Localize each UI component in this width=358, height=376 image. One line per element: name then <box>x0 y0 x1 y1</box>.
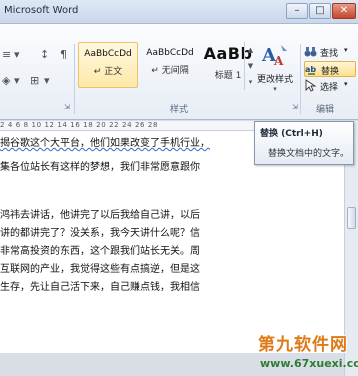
document-line[interactable]: 互联网的产业，我觉得这些有点搞逆，但是这 <box>0 260 200 275</box>
document-line[interactable]: 揭谷歌这个大平台，他们如果改变了手机行业， <box>0 134 210 149</box>
style-preview: AaBbCcDd <box>84 49 132 59</box>
styles-gallery: AaBbCcDd ↵ 正文 AaBbCcDd ↵ 无间隔 AaBb 标题 1 <box>78 42 266 90</box>
maximize-button[interactable]: □ <box>309 3 331 19</box>
paragraph-dialog-launcher-icon[interactable]: ⇲ <box>64 103 70 111</box>
replace-label: 替换 <box>321 67 340 77</box>
minimize-button[interactable]: – <box>286 3 308 19</box>
select-label: 选择 <box>320 83 339 93</box>
borders-icon[interactable]: ⊞ <box>30 74 39 87</box>
style-name: ↵ 无间隔 <box>151 66 189 76</box>
styles-dialog-launcher-icon[interactable]: ⇲ <box>292 103 298 111</box>
document-line[interactable]: 讲的都讲完了？没关系，我今天讲什么呢？信 <box>0 224 200 239</box>
dropdown-arrow-icon: ▾ <box>273 85 277 93</box>
dropdown-arrow-icon: ▾ <box>344 46 348 54</box>
svg-text:A: A <box>273 54 284 68</box>
ribbon: ≡ ▾ ↕ ¶ ◈ ▾ ⊞ ▾ ⇲ AaBbCcDd ↵ 正文 AaBbCcDd… <box>0 24 358 120</box>
document-line[interactable]: 非常高投资的东西，这个跟我们站长无关。周 <box>0 242 200 257</box>
shading-icon[interactable]: ◈ <box>2 74 10 87</box>
svg-text:ab: ab <box>305 65 316 74</box>
styles-group-label: 样式 <box>170 105 189 115</box>
dropdown-arrow-icon: ▾ <box>344 80 348 88</box>
show-marks-icon[interactable]: ¶ <box>60 48 67 61</box>
find-button[interactable]: 查找 ▾ <box>304 44 356 60</box>
tooltip-title: 替换 (Ctrl+H) <box>260 129 323 139</box>
document-line[interactable]: 集各位站长有这样的梦想，我们非常愿意跟你 <box>0 158 200 173</box>
group-separator <box>74 44 75 114</box>
dropdown-arrow-icon[interactable]: ▾ <box>14 48 20 61</box>
style-preview: AaBbCcDd <box>146 48 194 58</box>
find-label: 查找 <box>320 49 339 59</box>
binoculars-icon <box>304 47 317 57</box>
change-styles-label: 更改样式 <box>256 75 293 85</box>
dropdown-arrow-icon[interactable]: ▾ <box>44 74 50 87</box>
watermark-brand: 第九软件网 <box>258 335 348 355</box>
site-watermark: 第九软件网 www.67xuexi.com <box>254 330 358 374</box>
replace-tooltip: 替换 (Ctrl+H) 替换文档中的文字。 <box>254 121 354 165</box>
style-no-spacing[interactable]: AaBbCcDd ↵ 无间隔 <box>140 42 200 88</box>
style-normal[interactable]: AaBbCcDd ↵ 正文 <box>78 42 138 88</box>
change-styles-icon: A A <box>261 45 287 68</box>
replace-button[interactable]: ab 替换 <box>304 61 356 77</box>
select-button[interactable]: 选择 ▾ <box>304 78 356 94</box>
window-title: Microsoft Word <box>4 5 79 16</box>
group-separator <box>300 44 301 114</box>
list-levels-icon[interactable]: ≡ <box>2 48 11 61</box>
title-bar: Microsoft Word – □ ✕ <box>0 0 358 24</box>
document-line[interactable]: 鸿祎去讲话，他讲完了以后我给自己讲，以后 <box>0 206 200 221</box>
sort-icon[interactable]: ↕ <box>40 48 49 61</box>
tooltip-description: 替换文档中的文字。 <box>268 149 350 159</box>
editing-group-label: 编辑 <box>316 105 335 115</box>
ruler-ticks: 2 4 6 8 10 12 14 16 18 20 22 24 26 28 <box>0 121 159 129</box>
replace-icon: ab <box>305 65 316 75</box>
close-button[interactable]: ✕ <box>332 3 356 19</box>
scrollbar-thumb[interactable] <box>347 207 356 229</box>
watermark-url: www.67xuexi.com <box>260 357 358 370</box>
dropdown-arrow-icon[interactable]: ▾ <box>14 74 20 87</box>
change-styles-button[interactable]: A A 更改样式 ▾ <box>254 41 296 103</box>
style-name: ↵ 正文 <box>93 67 123 77</box>
document-line[interactable]: 生存，先让自己活下来，自己赚点钱，我相信 <box>0 278 200 293</box>
cursor-select-icon <box>305 79 317 92</box>
